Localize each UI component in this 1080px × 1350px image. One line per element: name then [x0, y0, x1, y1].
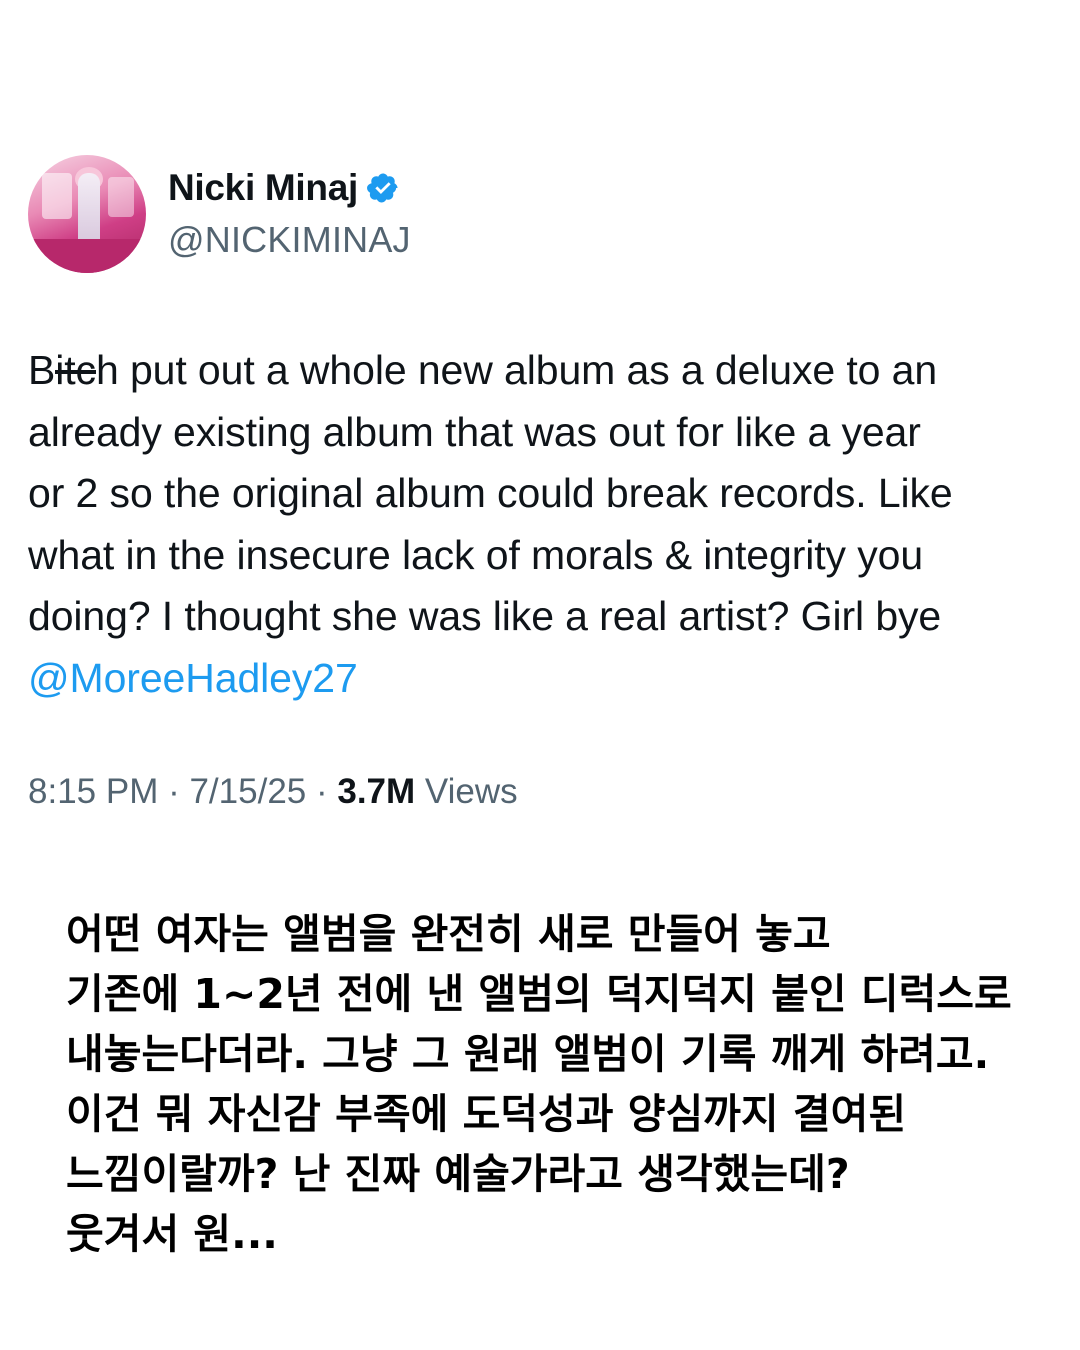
tweet-meta: 8:15 PM · 7/15/25 · 3.7M Views	[28, 772, 518, 812]
avatar-figure	[78, 173, 100, 247]
translation-line: 기존에 1~2년 전에 낸 앨범의 덕지덕지 붙인 디럭스로	[66, 970, 1012, 1018]
meta-separator: ·	[306, 772, 338, 811]
tweet-line-start: B	[28, 347, 56, 393]
translation-line: 느낌이랄까? 난 진짜 예술가라고 생각했는데?	[66, 1150, 850, 1198]
tweet-time[interactable]: 8:15 PM	[28, 772, 158, 811]
author-handle[interactable]: @NICKIMINAJ	[168, 219, 411, 261]
tweet-header: Nicki Minaj @NICKIMINAJ	[28, 155, 1028, 275]
verified-badge-icon	[367, 173, 398, 203]
tweet-line: Bitch put out a whole new album as a del…	[28, 340, 1068, 402]
translation-line: 이건 뭐 자신감 부족에 도덕성과 양심까지 결여된	[66, 1090, 907, 1138]
translation-line: 내놓는다더라. 그냥 그 원래 앨범이 기록 깨게 하려고.	[66, 1030, 990, 1078]
avatar-floor	[28, 239, 146, 273]
tweet-line: what in the insecure lack of morals & in…	[28, 531, 924, 578]
tweet-line: or 2 so the original album could break r…	[28, 470, 953, 516]
censored-word: itc	[55, 340, 96, 402]
avatar[interactable]	[28, 155, 146, 273]
views-label: Views	[415, 772, 518, 811]
tweet-text: Bitch put out a whole new album as a del…	[28, 340, 1068, 709]
tweet-line: doing? I thought she was like a real art…	[28, 593, 942, 639]
avatar-window-left	[42, 173, 72, 219]
author-name-line: Nicki Minaj	[168, 167, 400, 209]
translation-line: 웃겨서 원...	[66, 1210, 278, 1258]
korean-translation: 어떤 여자는 앨범을 완전히 새로 만들어 놓고 기존에 1~2년 전에 낸 앨…	[66, 904, 1056, 1264]
tweet-line: already existing album that was out for …	[28, 408, 921, 455]
translation-line: 어떤 여자는 앨범을 완전히 새로 만들어 놓고	[66, 910, 831, 958]
avatar-window-right	[108, 177, 134, 217]
author-name[interactable]: Nicki Minaj	[168, 167, 358, 209]
tweet-line-rest: h put out a whole new album as a deluxe …	[95, 347, 938, 393]
meta-separator: ·	[158, 772, 190, 811]
views-count: 3.7M	[337, 772, 416, 811]
tweet-date[interactable]: 7/15/25	[189, 772, 306, 811]
mention-link[interactable]: @MoreeHadley27	[28, 648, 1068, 710]
